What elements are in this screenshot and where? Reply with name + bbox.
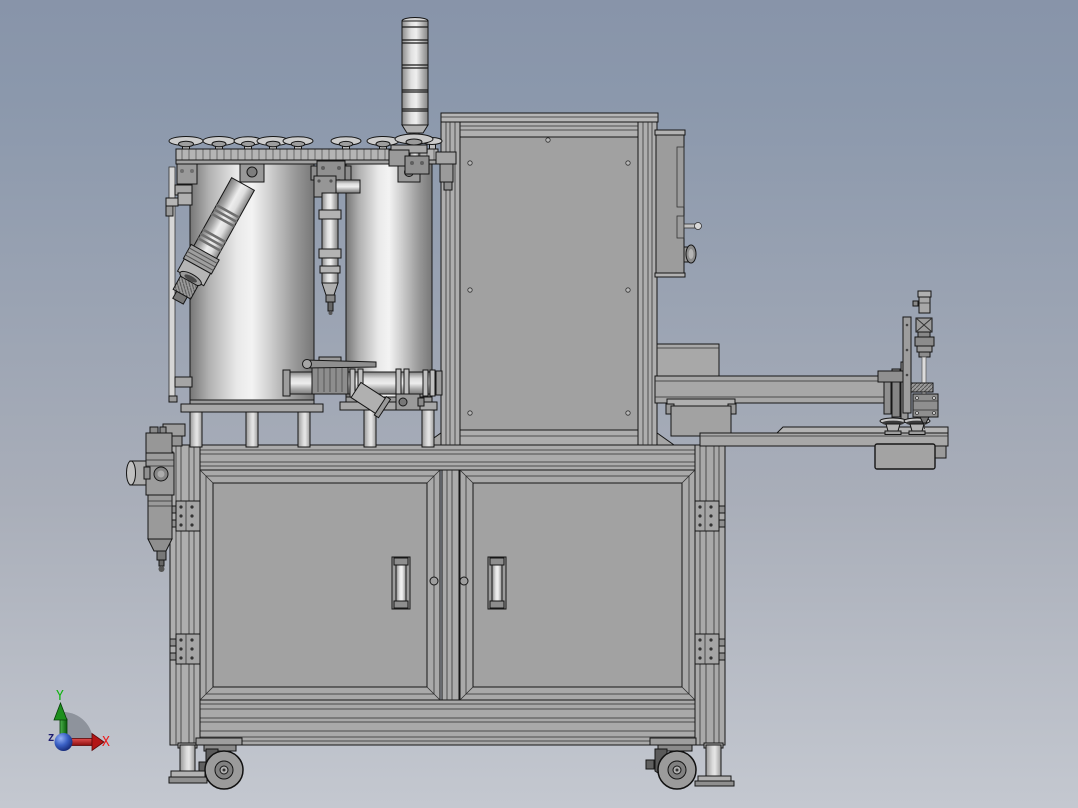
- box-handle-pin[interactable]: [684, 223, 702, 230]
- door-hole-left: [430, 577, 438, 585]
- cabinet-door-left[interactable]: [200, 470, 440, 700]
- leveling-foot-right[interactable]: [695, 743, 734, 786]
- cabinet-door-right[interactable]: [460, 470, 695, 700]
- electrical-box[interactable]: [655, 130, 702, 277]
- z-axis-ball: [55, 733, 73, 751]
- z-axis-label: Z: [48, 733, 54, 744]
- door-handle-left[interactable]: [392, 557, 410, 609]
- under-arm-box[interactable]: [666, 399, 736, 436]
- cad-viewport[interactable]: Z Y X: [0, 0, 1078, 808]
- under-table-box[interactable]: [875, 444, 935, 469]
- caster-wheel-right[interactable]: [646, 738, 696, 789]
- mixing-tank-left[interactable]: [181, 163, 323, 447]
- control-tower[interactable]: [441, 113, 658, 445]
- orientation-triad: Z Y X: [48, 689, 110, 751]
- tower-panel[interactable]: [460, 137, 638, 430]
- door-handle-right[interactable]: [488, 557, 506, 609]
- x-axis-label: X: [102, 735, 110, 750]
- door-hole-right: [460, 577, 468, 585]
- dispensing-arm[interactable]: [655, 344, 908, 436]
- signal-tower-light[interactable]: [389, 18, 433, 175]
- box-connector: [684, 245, 696, 263]
- regulator-knob[interactable]: [127, 461, 151, 485]
- y-axis-label: Y: [56, 689, 64, 704]
